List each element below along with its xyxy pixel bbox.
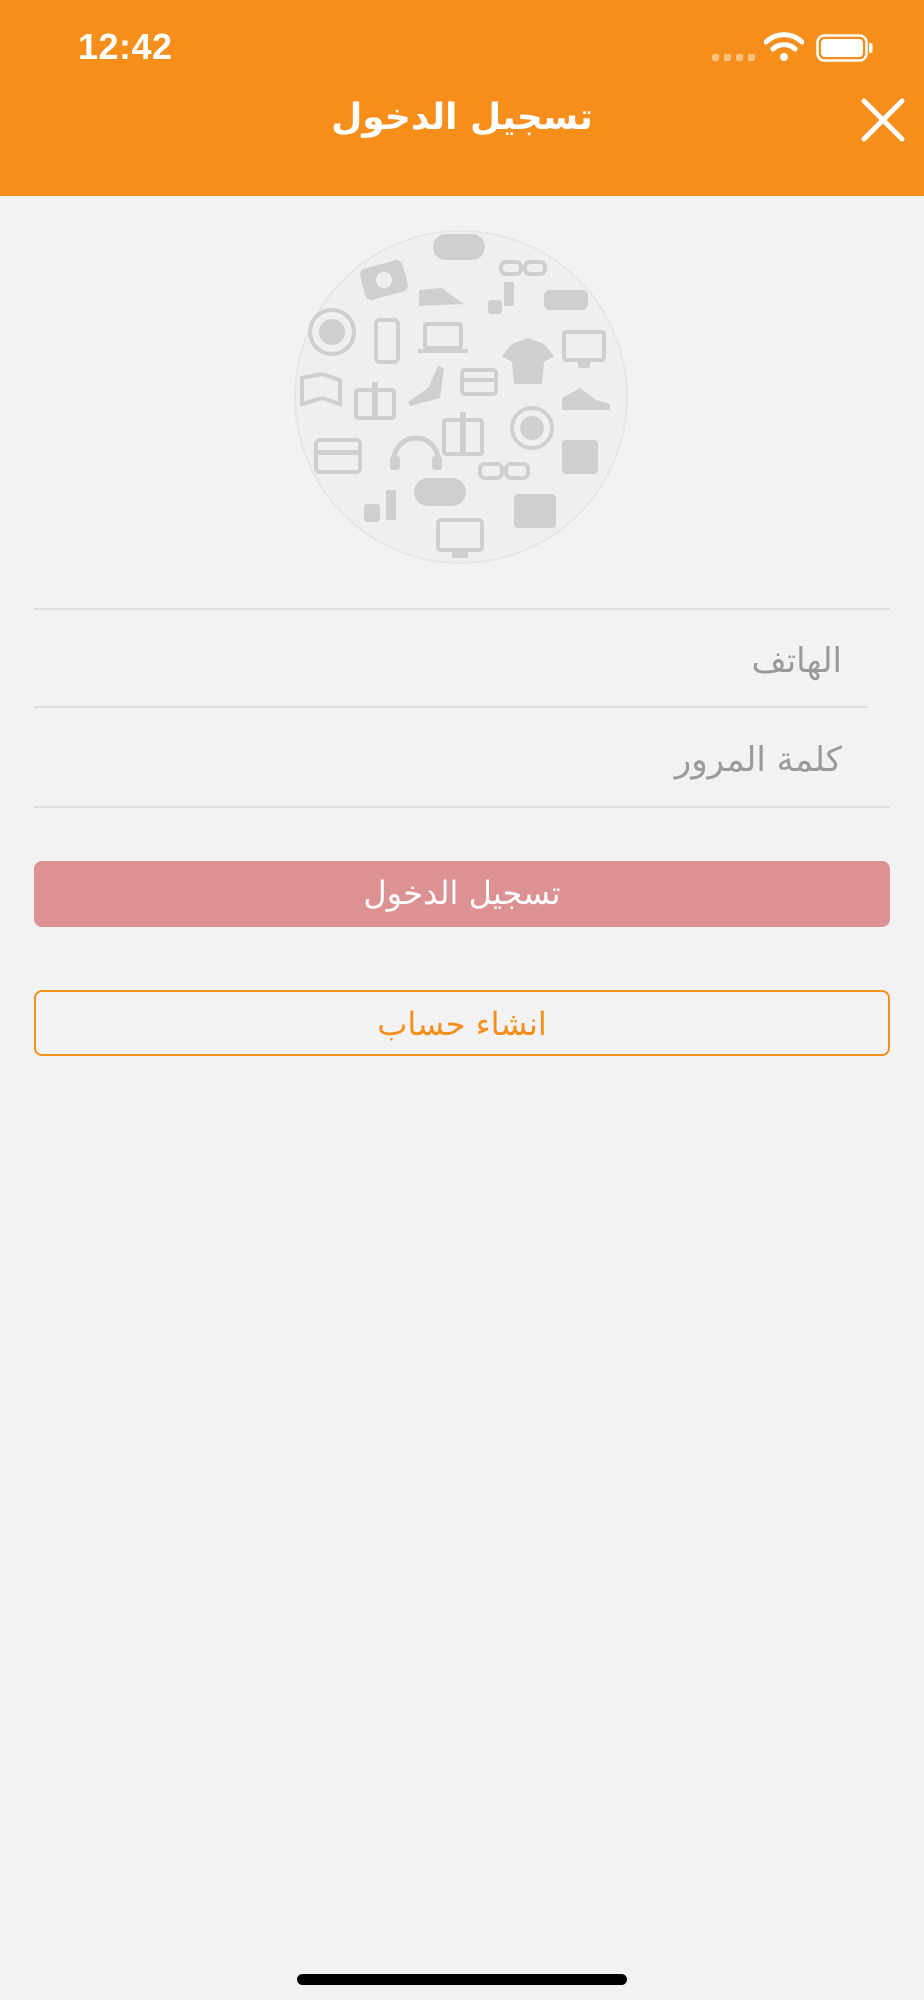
register-button[interactable]: انشاء حساب: [34, 990, 890, 1056]
phone-input[interactable]: [34, 617, 866, 705]
divider-middle: [34, 706, 868, 708]
top-bar: 12:42 تسجيل الدخول: [0, 0, 924, 196]
shopping-categories-logo: [294, 230, 628, 564]
battery-icon: [816, 34, 873, 62]
page-title: تسجيل الدخول: [331, 97, 593, 138]
login-button[interactable]: تسجيل الدخول: [34, 861, 890, 927]
status-time: 12:42: [78, 26, 173, 67]
cellular-signal-icon: [712, 54, 756, 62]
divider-top: [34, 608, 890, 610]
divider-bottom: [34, 806, 890, 808]
password-input[interactable]: [34, 716, 866, 804]
home-indicator: [297, 1974, 627, 1985]
close-icon[interactable]: [858, 95, 908, 145]
wifi-icon: [764, 32, 804, 61]
